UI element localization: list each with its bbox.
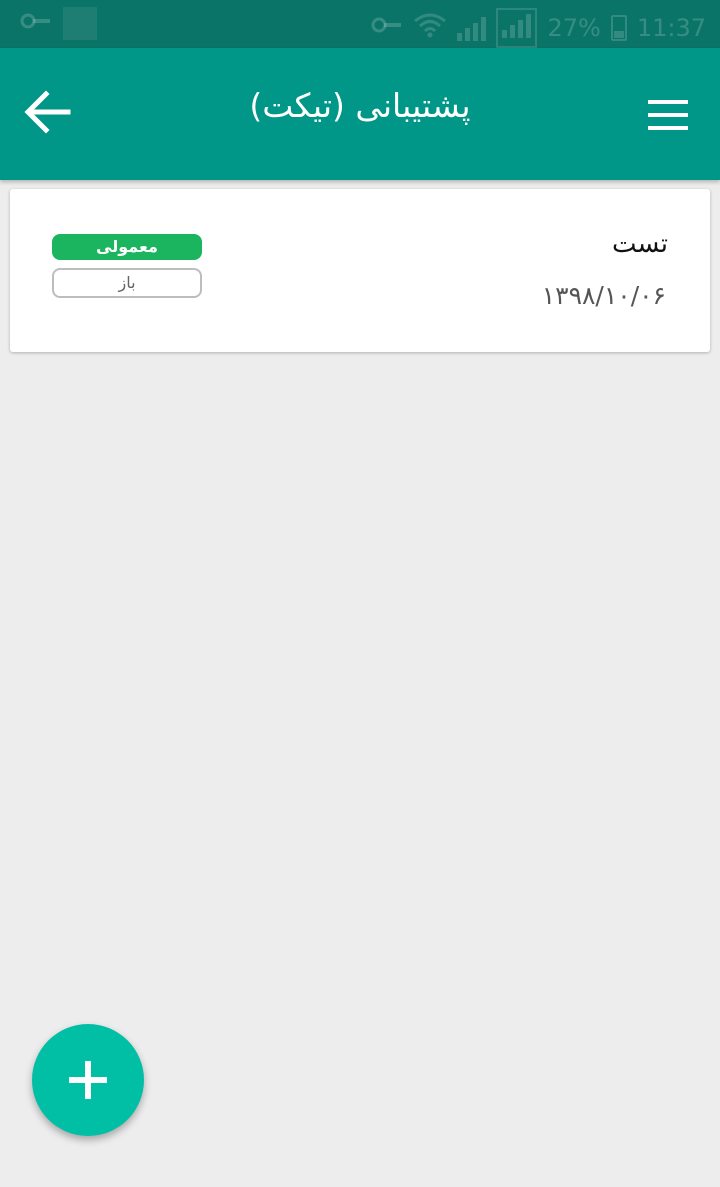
notification-icon [63,7,97,40]
ticket-title: تست [612,229,668,259]
battery-icon [610,15,627,41]
wifi-icon [413,12,447,44]
ticket-date: ۱۳۹۸/۱۰/۰۶ [541,281,666,310]
menu-button[interactable] [640,90,696,140]
priority-badge: معمولی [52,234,202,260]
status-badge: باز [52,268,202,298]
add-ticket-button[interactable] [32,1024,144,1136]
battery-percent: 27% [547,14,601,42]
hamburger-menu-icon [648,100,688,130]
status-time: 11:37 [636,14,706,42]
ticket-card[interactable]: تست ۱۳۹۸/۱۰/۰۶ معمولی باز [10,189,710,352]
status-bar: 27% 11:37 [0,0,720,48]
plus-icon [69,1061,107,1099]
vpn-key-icon [20,10,52,38]
vpn-key-icon [371,14,403,42]
signal-icon [457,15,487,41]
signal-icon [496,8,538,48]
page-title: پشتیبانی (تیکت) [249,86,471,125]
app-bar: پشتیبانی (تیکت) [0,48,720,180]
